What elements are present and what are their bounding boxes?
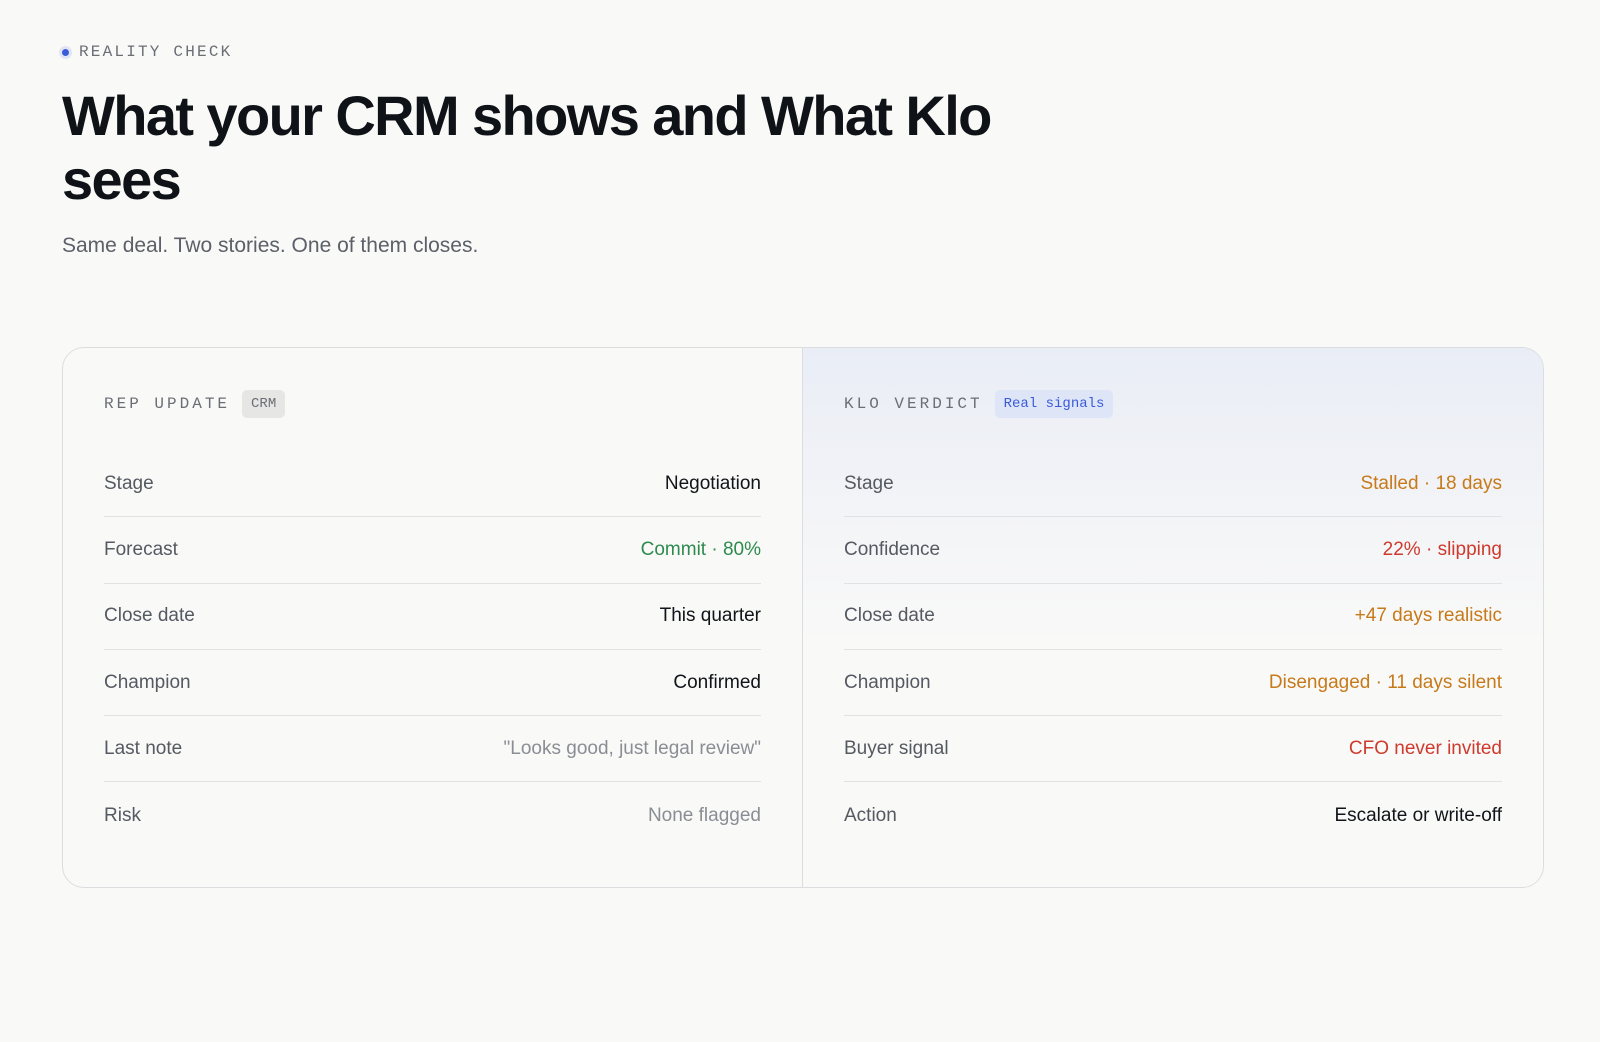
rep-row-stage: Stage Negotiation — [104, 451, 761, 518]
row-value: CFO never invited — [1348, 737, 1502, 759]
row-value: 22% · slipping — [1382, 538, 1502, 560]
row-value: Escalate or write-off — [1334, 804, 1502, 826]
crm-tag: CRM — [242, 390, 286, 418]
real-signals-tag: Real signals — [994, 390, 1114, 418]
status-dot-icon — [62, 48, 69, 56]
row-label: Risk — [104, 804, 141, 826]
klo-verdict-label: KLO VERDICT — [844, 395, 983, 413]
page-title: What your CRM shows and What Klo sees — [62, 84, 992, 211]
row-label: Close date — [104, 605, 195, 627]
row-value: None flagged — [647, 804, 761, 826]
klo-row-champion: Champion Disengaged · 11 days silent — [844, 650, 1502, 717]
page-subtitle: Same deal. Two stories. One of them clos… — [62, 234, 479, 257]
comparison-panel: REP UPDATE CRM Stage Negotiation Forecas… — [62, 347, 1544, 888]
row-label: Stage — [844, 472, 894, 494]
klo-verdict-rows: Stage Stalled · 18 days Confidence 22% ·… — [844, 451, 1502, 849]
row-value: Stalled · 18 days — [1360, 472, 1502, 494]
klo-row-close-date: Close date +47 days realistic — [844, 584, 1502, 650]
klo-row-confidence: Confidence 22% · slipping — [844, 517, 1502, 584]
rep-row-champion: Champion Confirmed — [104, 650, 761, 717]
klo-verdict-column: KLO VERDICT Real signals Stage Stalled ·… — [803, 348, 1543, 887]
row-label: Champion — [104, 671, 191, 693]
row-value: +47 days realistic — [1354, 605, 1502, 627]
rep-update-label: REP UPDATE — [104, 395, 231, 413]
rep-update-column: REP UPDATE CRM Stage Negotiation Forecas… — [63, 348, 803, 887]
row-value: Negotiation — [664, 472, 761, 494]
row-label: Buyer signal — [844, 737, 949, 759]
eyebrow: REALITY CHECK — [62, 43, 232, 61]
row-label: Action — [844, 804, 897, 826]
row-value: Confirmed — [673, 671, 761, 693]
row-label: Confidence — [844, 538, 941, 560]
klo-row-stage: Stage Stalled · 18 days — [844, 451, 1502, 518]
rep-row-close-date: Close date This quarter — [104, 584, 761, 650]
row-value: This quarter — [659, 605, 761, 627]
klo-row-buyer-signal: Buyer signal CFO never invited — [844, 716, 1502, 783]
rep-row-risk: Risk None flagged — [104, 782, 761, 848]
row-label: Last note — [104, 737, 183, 759]
row-label: Stage — [104, 472, 154, 494]
rep-update-rows: Stage Negotiation Forecast Commit · 80% … — [104, 451, 761, 849]
row-value: Disengaged · 11 days silent — [1268, 671, 1502, 693]
klo-verdict-header: KLO VERDICT Real signals — [844, 390, 1502, 418]
row-label: Close date — [844, 605, 935, 627]
klo-row-action: Action Escalate or write-off — [844, 782, 1502, 848]
row-label: Forecast — [104, 538, 178, 560]
row-label: Champion — [844, 671, 931, 693]
rep-update-header: REP UPDATE CRM — [104, 390, 761, 418]
rep-row-forecast: Forecast Commit · 80% — [104, 517, 761, 584]
row-value: "Looks good, just legal review" — [503, 737, 761, 759]
eyebrow-label: REALITY CHECK — [79, 43, 233, 61]
rep-row-last-note: Last note "Looks good, just legal review… — [104, 716, 761, 783]
row-value: Commit · 80% — [640, 538, 761, 560]
